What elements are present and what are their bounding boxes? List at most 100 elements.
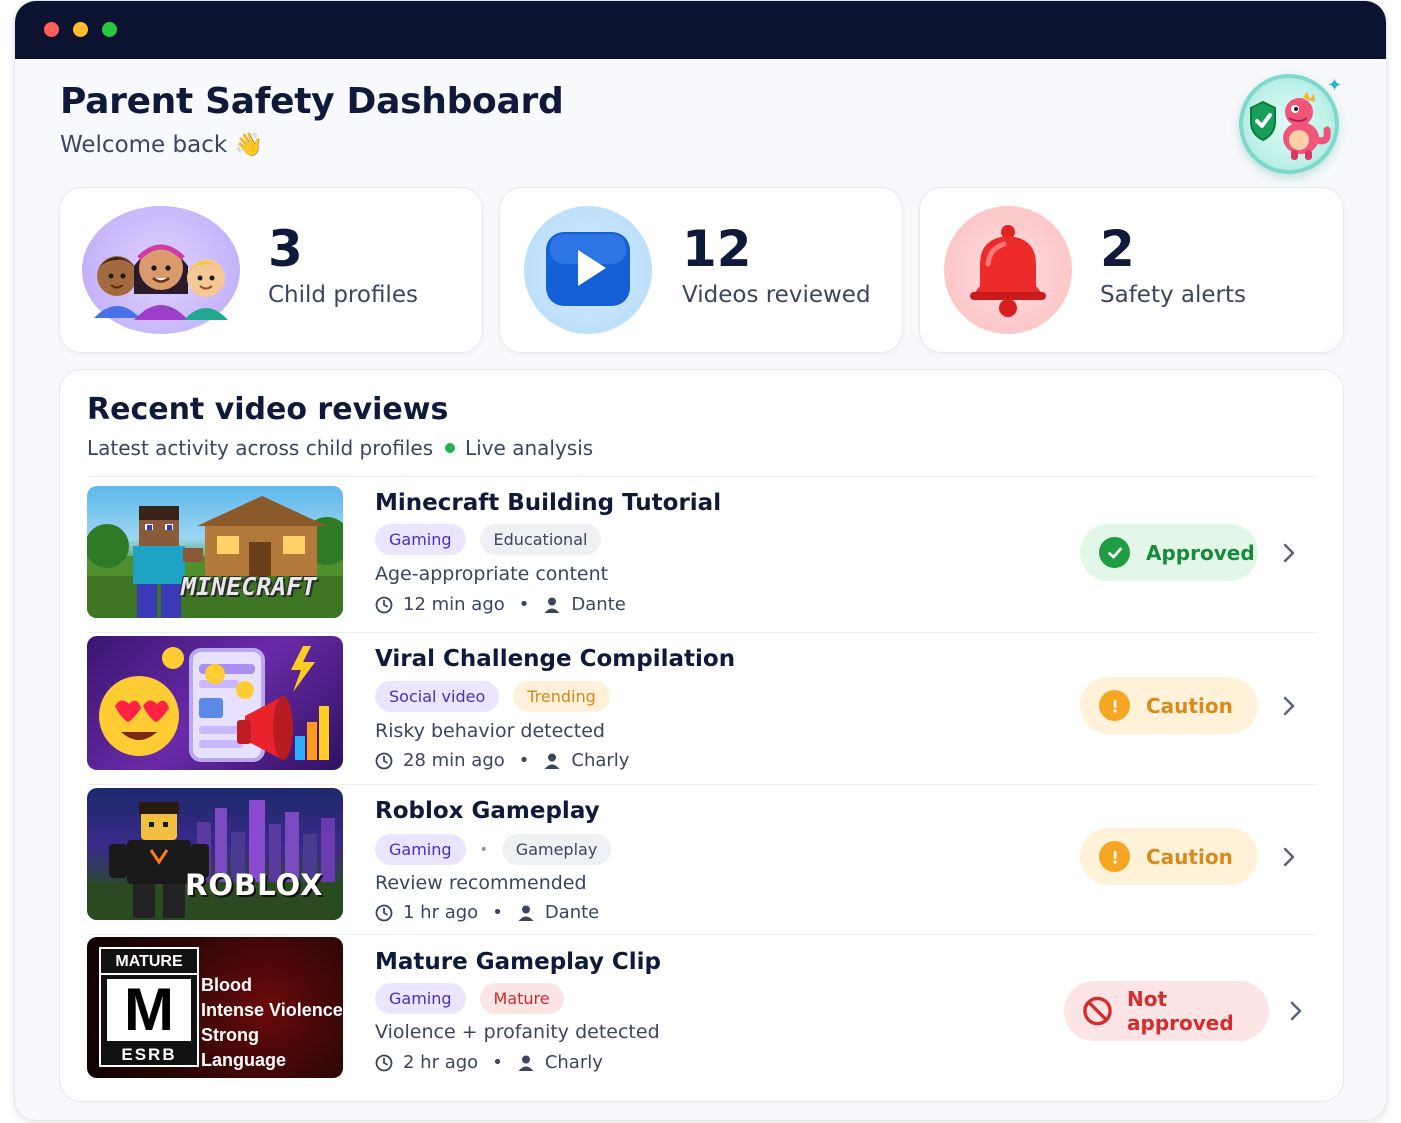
chevron-right-icon[interactable] — [1278, 846, 1300, 868]
app-window: Parent Safety Dashboard Welcome back 👋 ✦ — [14, 0, 1387, 1121]
video-title[interactable]: Mature Gameplay Clip — [375, 949, 661, 975]
child-name: Charly — [544, 1052, 603, 1073]
video-thumbnail[interactable]: ROBLOX — [87, 788, 343, 920]
esrb-letter: M — [107, 979, 191, 1041]
video-thumbnail[interactable] — [87, 636, 343, 770]
warning-icon — [1099, 841, 1130, 872]
tag-list: Social video Trending — [375, 681, 610, 712]
divider — [87, 632, 1317, 633]
check-circle-icon — [1099, 537, 1130, 568]
esrb-rating-box: MATURE 17+ M ESRB — [99, 947, 199, 1067]
live-indicator: Live analysis — [445, 436, 593, 460]
esrb-rating-label: MATURE 17+ — [101, 949, 197, 996]
stat-card-videos-reviewed[interactable]: 12 Videos reviewed — [499, 187, 903, 353]
status-badge-caution[interactable]: Caution — [1080, 828, 1258, 885]
video-title[interactable]: Minecraft Building Tutorial — [375, 490, 721, 516]
tag: Gameplay — [501, 834, 612, 865]
tag-list: Gaming Educational — [375, 524, 602, 555]
play-icon — [524, 206, 652, 334]
descriptor: Strong Language — [201, 1025, 287, 1070]
clock-icon — [375, 596, 393, 613]
clock-icon — [375, 1054, 393, 1071]
review-summary: Review recommended — [375, 872, 587, 894]
page-title: Parent Safety Dashboard — [60, 81, 564, 122]
chevron-right-icon[interactable] — [1285, 1000, 1307, 1022]
recent-reviews-panel: Recent video reviews Latest activity acr… — [59, 369, 1344, 1102]
user-icon — [518, 1055, 534, 1071]
warning-icon — [1099, 690, 1130, 721]
sparkle-icon: ✦ — [1327, 75, 1343, 96]
clock-icon — [375, 752, 393, 769]
tag-list: Gaming Mature — [375, 983, 564, 1014]
tag: Social video — [375, 681, 500, 712]
review-meta: 1 hr ago • Dante — [375, 902, 599, 923]
minimize-window-button[interactable] — [73, 22, 88, 37]
divider — [87, 476, 1317, 477]
descriptor: Intense Violence — [201, 1000, 343, 1020]
review-row[interactable]: MATURE 17+ M ESRB Blood Intense Violence… — [87, 937, 1317, 1079]
maximize-window-button[interactable] — [102, 22, 117, 37]
clock-icon — [375, 904, 393, 921]
review-summary: Violence + profanity detected — [375, 1021, 660, 1043]
review-meta: 2 hr ago • Charly — [375, 1052, 603, 1073]
divider — [87, 784, 1317, 785]
thumbnail-logo: MINECRAFT — [181, 572, 317, 601]
stat-value: 3 — [268, 220, 303, 278]
child-name: Dante — [571, 594, 626, 615]
prohibited-icon — [1082, 996, 1113, 1027]
tag: Trending — [513, 681, 610, 712]
review-summary: Age-appropriate content — [375, 563, 609, 585]
status-badge-not-approved[interactable]: Not approved — [1064, 981, 1269, 1041]
user-icon — [544, 597, 560, 613]
tag: Gaming — [375, 524, 466, 555]
status-label: Not approved — [1127, 987, 1234, 1035]
stat-card-child-profiles[interactable]: 3 Child profiles — [59, 187, 483, 353]
status-label: Caution — [1146, 693, 1233, 718]
stat-label: Safety alerts — [1100, 282, 1246, 308]
live-dot-icon — [445, 442, 455, 453]
content-descriptors: Blood Intense Violence Strong Language — [201, 973, 343, 1073]
video-thumbnail[interactable]: MINECRAFT — [87, 486, 343, 618]
tag: Mature — [479, 983, 564, 1014]
tag: Gaming — [375, 834, 466, 865]
child-name: Dante — [544, 902, 600, 923]
avatar[interactable] — [1239, 74, 1339, 174]
bell-icon — [944, 206, 1072, 334]
divider — [87, 934, 1317, 935]
descriptor: Blood — [201, 975, 252, 995]
close-window-button[interactable] — [44, 22, 59, 37]
video-title[interactable]: Roblox Gameplay — [375, 798, 600, 824]
status-label: Approved — [1146, 540, 1255, 565]
status-label: Caution — [1146, 844, 1233, 869]
status-badge-approved[interactable]: Approved — [1080, 524, 1258, 581]
video-thumbnail[interactable]: MATURE 17+ M ESRB Blood Intense Violence… — [87, 937, 343, 1078]
user-icon — [518, 905, 534, 921]
kids-icon — [82, 206, 240, 334]
stat-label: Videos reviewed — [682, 282, 871, 308]
review-row[interactable]: MINECRAFT Minecraft Building Tutorial Ga… — [87, 486, 1317, 620]
chevron-right-icon[interactable] — [1278, 542, 1300, 564]
user-icon — [544, 753, 560, 769]
live-label: Live analysis — [465, 436, 594, 460]
stat-value: 12 — [682, 220, 752, 278]
section-title: Recent video reviews — [87, 392, 449, 427]
review-time: 1 hr ago — [403, 902, 479, 923]
stat-label: Child profiles — [268, 282, 418, 308]
tag-list: Gaming • Gameplay — [375, 834, 612, 865]
review-row[interactable]: ROBLOX Roblox Gameplay Gaming • Gameplay… — [87, 788, 1317, 923]
chevron-right-icon[interactable] — [1278, 695, 1300, 717]
window-titlebar — [15, 1, 1386, 59]
esrb-brand: ESRB — [121, 1045, 177, 1064]
review-time: 2 hr ago — [403, 1052, 479, 1073]
review-time: 12 min ago — [403, 594, 505, 615]
tag-separator: • — [479, 841, 488, 858]
review-summary: Risky behavior detected — [375, 720, 605, 742]
review-meta: 28 min ago • Charly — [375, 750, 629, 771]
tag: Gaming — [375, 983, 466, 1014]
review-meta: 12 min ago • Dante — [375, 594, 626, 615]
video-title[interactable]: Viral Challenge Compilation — [375, 646, 735, 672]
status-badge-caution[interactable]: Caution — [1080, 677, 1258, 734]
tag: Educational — [479, 524, 602, 555]
review-row[interactable]: Viral Challenge Compilation Social video… — [87, 636, 1317, 772]
stat-card-safety-alerts[interactable]: 2 Safety alerts — [919, 187, 1344, 353]
